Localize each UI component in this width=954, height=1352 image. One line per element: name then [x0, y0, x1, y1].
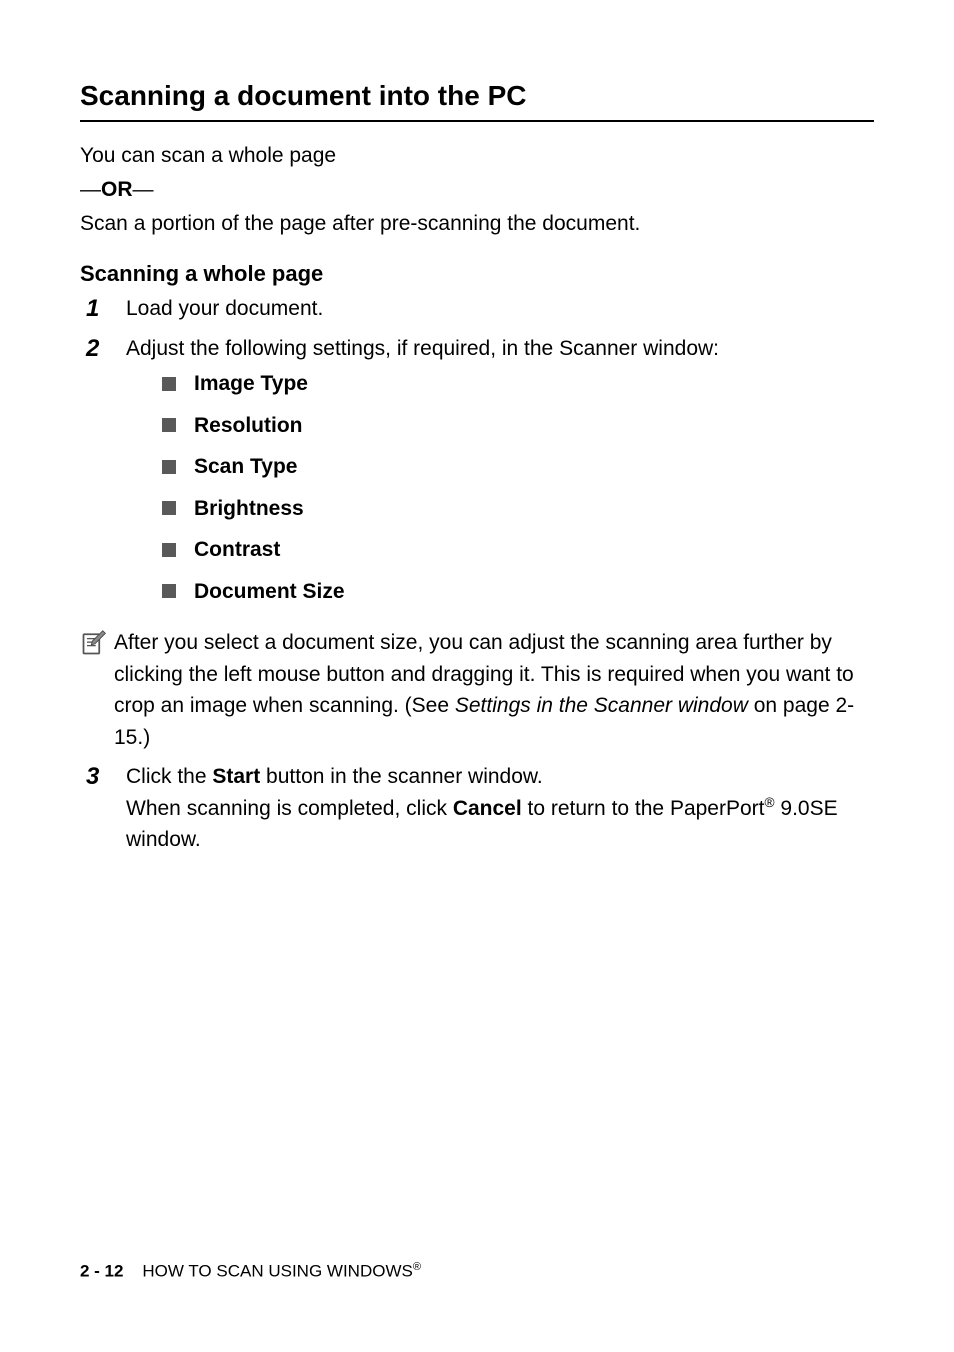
bullet-label: Document Size: [194, 576, 345, 608]
step-text: Load your document.: [126, 293, 874, 325]
bullet-item: Image Type: [162, 368, 874, 400]
step2-intro: Adjust the following settings, if requir…: [126, 337, 719, 360]
square-bullet-icon: [162, 377, 176, 391]
note-icon: [80, 629, 108, 657]
step-list: 1 Load your document. 2 Adjust the follo…: [86, 293, 874, 617]
bullet-label: Contrast: [194, 534, 280, 566]
footer-chapter-text: HOW TO SCAN USING WINDOWS: [142, 1262, 412, 1281]
square-bullet-icon: [162, 418, 176, 432]
note-text: After you select a document size, you ca…: [114, 627, 874, 753]
sub-heading: Scanning a whole page: [80, 261, 874, 287]
step-list-continued: 3 Click the Start button in the scanner …: [86, 761, 874, 856]
bullet-item: Contrast: [162, 534, 874, 566]
bullet-label: Image Type: [194, 368, 308, 400]
footer-page-number: 2 - 12: [80, 1262, 123, 1281]
cancel-label: Cancel: [453, 797, 522, 820]
square-bullet-icon: [162, 501, 176, 515]
intro-line2: Scan a portion of the page after pre-sca…: [80, 208, 874, 240]
step-text: Adjust the following settings, if requir…: [126, 333, 874, 618]
step3-c: When scanning is completed, click: [126, 797, 453, 820]
note-link[interactable]: Settings in the Scanner window: [455, 694, 748, 717]
or-line: —OR—: [80, 178, 874, 202]
intro-line1: You can scan a whole page: [80, 140, 874, 172]
start-label: Start: [212, 765, 260, 788]
or-dash-after: —: [133, 178, 154, 201]
bullet-item: Document Size: [162, 576, 874, 608]
step-number: 1: [86, 293, 118, 324]
bullet-item: Brightness: [162, 493, 874, 525]
square-bullet-icon: [162, 584, 176, 598]
footer-registered: ®: [413, 1261, 421, 1273]
registered-mark: ®: [765, 795, 775, 810]
step-item-2: 2 Adjust the following settings, if requ…: [86, 333, 874, 618]
or-text: OR: [101, 178, 133, 201]
or-dash-before: —: [80, 178, 101, 201]
footer-chapter: HOW TO SCAN USING WINDOWS: [128, 1262, 413, 1281]
step3-b: button in the scanner window.: [260, 765, 543, 788]
note-block: After you select a document size, you ca…: [80, 627, 874, 753]
step3-d: to return to the PaperPort: [522, 797, 765, 820]
page-footer: 2 - 12 HOW TO SCAN USING WINDOWS®: [80, 1261, 421, 1282]
square-bullet-icon: [162, 460, 176, 474]
square-bullet-icon: [162, 543, 176, 557]
step-text: Click the Start button in the scanner wi…: [126, 761, 874, 856]
section-heading: Scanning a document into the PC: [80, 80, 874, 122]
step-number: 2: [86, 333, 118, 364]
step-number: 3: [86, 761, 118, 792]
bullet-label: Brightness: [194, 493, 304, 525]
bullet-list: Image Type Resolution Scan Type Brightne…: [162, 368, 874, 607]
step-item-3: 3 Click the Start button in the scanner …: [86, 761, 874, 856]
bullet-item: Scan Type: [162, 451, 874, 483]
step3-a: Click the: [126, 765, 212, 788]
step-item-1: 1 Load your document.: [86, 293, 874, 325]
bullet-label: Resolution: [194, 410, 303, 442]
bullet-item: Resolution: [162, 410, 874, 442]
bullet-label: Scan Type: [194, 451, 297, 483]
